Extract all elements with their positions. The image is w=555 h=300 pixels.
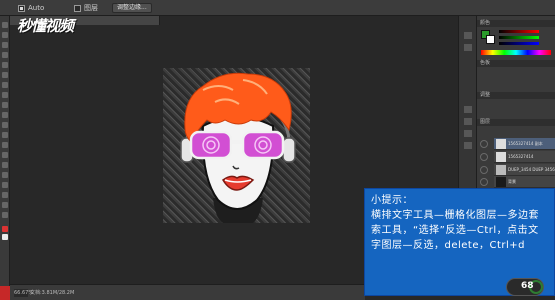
document-info: 文档:3.81M/28.2M bbox=[30, 290, 75, 296]
tip-body: 横排文字工具—栅格化图层—多边套索工具，“选择”反选—Ctrl，点击文字图层—反… bbox=[371, 210, 539, 251]
actions-panel-icon[interactable] bbox=[464, 106, 472, 113]
blue-slider[interactable] bbox=[499, 42, 539, 45]
refine-edge-option[interactable]: 调整边缘... bbox=[112, 3, 152, 13]
crop-tool-icon[interactable] bbox=[2, 62, 8, 68]
layer-row[interactable]: 1565327414 bbox=[494, 151, 555, 163]
red-slider[interactable] bbox=[499, 30, 539, 33]
tab-layers[interactable]: 图层 bbox=[477, 119, 555, 126]
options-bar: Auto 图层 调整边缘... bbox=[0, 0, 555, 16]
right-panel: 颜色 色板 调整 图层 1565327414 副本 1565327414 DUE… bbox=[476, 16, 555, 188]
girl-portrait-illustration bbox=[180, 72, 296, 223]
tab-color[interactable]: 颜色 bbox=[477, 20, 555, 27]
path-selection-tool-icon[interactable] bbox=[2, 182, 8, 188]
layer-row[interactable]: DUEP_3454 DUEP 3456 bbox=[494, 164, 555, 176]
brush-tool-icon[interactable] bbox=[2, 92, 8, 98]
magic-wand-tool-icon[interactable] bbox=[2, 52, 8, 58]
character-panel-icon[interactable] bbox=[464, 130, 472, 137]
gradient-tool-icon[interactable] bbox=[2, 132, 8, 138]
brand-watermark: 秒懂视频 bbox=[17, 15, 74, 36]
layer-row[interactable]: 背景 bbox=[494, 176, 555, 188]
zoom-level-field[interactable]: 66.67% bbox=[14, 289, 33, 297]
paragraph-panel-icon[interactable] bbox=[464, 118, 472, 125]
pen-tool-icon[interactable] bbox=[2, 162, 8, 168]
layer-name: 1565327414 副本 bbox=[508, 141, 543, 146]
layer-thumbnail bbox=[496, 165, 506, 175]
history-brush-tool-icon[interactable] bbox=[2, 112, 8, 118]
layer-thumbnail bbox=[496, 177, 506, 187]
sample-label: 图层 bbox=[84, 4, 98, 12]
brand-watermark-text: 秒懂视频 bbox=[17, 17, 74, 35]
red-logo-icon bbox=[0, 286, 10, 300]
layer-visibility-icon[interactable] bbox=[480, 153, 488, 161]
color-tab-label: 颜色 bbox=[480, 20, 491, 26]
sample-checkbox[interactable] bbox=[74, 4, 81, 12]
history-panel-icon[interactable] bbox=[464, 32, 472, 39]
eyedropper-tool-icon[interactable] bbox=[2, 72, 8, 78]
layer-name: 1565327414 bbox=[508, 154, 534, 159]
anti-alias-label: Auto bbox=[28, 4, 45, 12]
marquee-tool-icon[interactable] bbox=[2, 32, 8, 38]
shape-tool-icon[interactable] bbox=[2, 192, 8, 198]
tip-title: 小提示： bbox=[371, 195, 413, 206]
color-ramp[interactable] bbox=[481, 50, 551, 55]
layer-thumbnail bbox=[496, 152, 506, 162]
hand-tool-icon[interactable] bbox=[2, 202, 8, 208]
anti-alias-option[interactable]: Auto bbox=[18, 3, 44, 13]
background-swatch[interactable] bbox=[486, 35, 495, 44]
document-artwork[interactable] bbox=[163, 68, 310, 223]
refine-edge-button[interactable]: 调整边缘... bbox=[112, 3, 152, 13]
layer-thumbnail bbox=[496, 139, 506, 149]
move-tool-icon[interactable] bbox=[2, 22, 8, 28]
sample-all-option[interactable]: 图层 bbox=[74, 3, 98, 13]
panel-icon-strip bbox=[458, 16, 476, 188]
anti-alias-checkbox[interactable] bbox=[18, 4, 25, 12]
green-slider[interactable] bbox=[499, 36, 539, 39]
dodge-tool-icon[interactable] bbox=[2, 152, 8, 158]
blur-tool-icon[interactable] bbox=[2, 142, 8, 148]
layer-visibility-icon[interactable] bbox=[480, 140, 488, 148]
status-bar: 66.67% 文档:3.81M/28.2M bbox=[10, 284, 365, 300]
properties-panel-icon[interactable] bbox=[464, 44, 472, 51]
layers-tab-label: 图层 bbox=[480, 119, 491, 125]
eraser-tool-icon[interactable] bbox=[2, 122, 8, 128]
tab-swatches[interactable]: 色板 bbox=[477, 60, 555, 67]
layer-visibility-icon[interactable] bbox=[480, 178, 488, 186]
layer-row[interactable]: 1565327414 副本 bbox=[494, 138, 555, 150]
speed-badge: 68 bbox=[506, 278, 544, 296]
stamp-tool-icon[interactable] bbox=[2, 102, 8, 108]
tools-panel bbox=[0, 16, 10, 286]
healing-tool-icon[interactable] bbox=[2, 82, 8, 88]
background-color-icon[interactable] bbox=[2, 234, 8, 240]
lasso-tool-icon[interactable] bbox=[2, 42, 8, 48]
type-tool-icon[interactable] bbox=[2, 172, 8, 178]
layer-name: 背景 bbox=[508, 179, 516, 184]
speed-value: 68 bbox=[521, 281, 534, 291]
tab-adjustments[interactable]: 调整 bbox=[477, 92, 555, 99]
layer-name: DUEP_3454 DUEP 3456 bbox=[508, 167, 555, 172]
brush-panel-icon[interactable] bbox=[464, 142, 472, 149]
adjust-tab-label: 调整 bbox=[480, 92, 491, 98]
zoom-tool-icon[interactable] bbox=[2, 212, 8, 218]
swatches-tab-label: 色板 bbox=[480, 60, 491, 66]
foreground-color-icon[interactable] bbox=[2, 226, 8, 232]
layer-visibility-icon[interactable] bbox=[480, 166, 488, 174]
